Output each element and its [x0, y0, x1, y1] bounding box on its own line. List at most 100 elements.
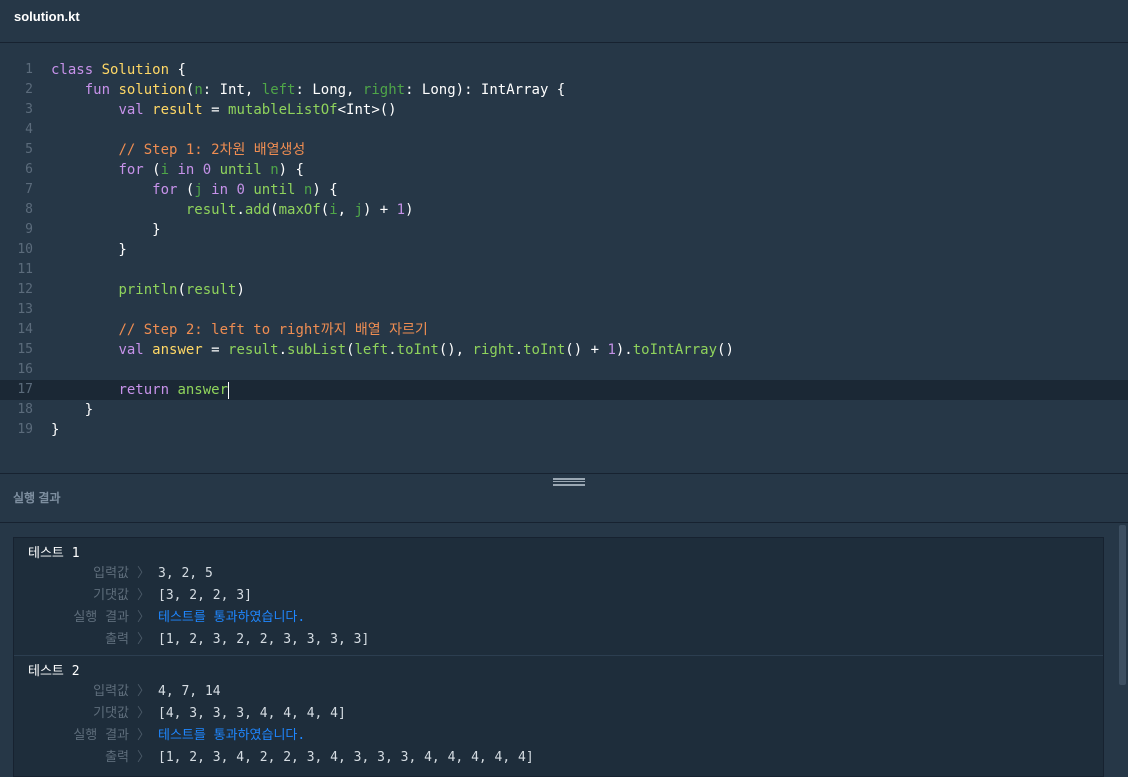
line-number: 1 [25, 62, 33, 77]
code-token: <Int>() [337, 102, 397, 118]
chevron-right-icon: 〉 [137, 588, 151, 603]
code-line[interactable]: 6 for (i in 0 until n) { [0, 160, 1128, 180]
code-text[interactable]: } [51, 400, 93, 420]
code-editor[interactable]: 1 class Solution {2 fun solution(n: Int, … [0, 43, 1128, 473]
code-token: } [51, 242, 127, 258]
code-line[interactable]: 14 // Step 2: left to right까지 배열 자르기 [0, 320, 1128, 340]
code-text[interactable]: } [51, 220, 160, 240]
code-text[interactable]: // Step 2: left to right까지 배열 자르기 [51, 320, 428, 340]
line-number: 3 [25, 102, 33, 117]
code-token: ( [177, 282, 186, 298]
result-value: 3, 2, 5 [158, 566, 213, 581]
line-number: 7 [25, 182, 33, 197]
code-token: . [514, 342, 524, 358]
code-text[interactable]: } [51, 420, 59, 440]
code-line[interactable]: 5 // Step 1: 2차원 배열생성 [0, 140, 1128, 160]
code-text[interactable]: return answer [51, 380, 230, 400]
line-number: 15 [17, 342, 33, 357]
code-token: fun [84, 82, 119, 98]
result-label: 실행 결과 [73, 610, 129, 625]
results-title: 실행 결과 [13, 491, 61, 505]
pane-splitter[interactable]: 실행 결과 [0, 473, 1128, 523]
code-token: ) { [278, 162, 304, 178]
code-line[interactable]: 11 [0, 260, 1128, 280]
code-line[interactable]: 17 return answer [0, 380, 1128, 400]
code-token: right [362, 82, 406, 98]
code-token: val [118, 342, 153, 358]
code-token: in [177, 162, 203, 178]
scrollbar-thumb[interactable] [1119, 525, 1126, 685]
result-row: 기댓값 〉 [4, 3, 3, 3, 4, 4, 4, 4] [14, 704, 1103, 724]
code-token: { [169, 62, 186, 78]
code-token: : Long, [295, 82, 363, 98]
result-row: 실행 결과 〉 테스트를 통과하였습니다. [14, 726, 1103, 746]
code-line[interactable]: 2 fun solution(n: Int, left: Long, right… [0, 80, 1128, 100]
code-line[interactable]: 10 } [0, 240, 1128, 260]
result-row: 출력 〉 [1, 2, 3, 2, 2, 3, 3, 3, 3] [14, 630, 1103, 650]
code-token: in [211, 182, 237, 198]
code-token: . [388, 342, 397, 358]
code-text[interactable]: val answer = result.subList(left.toInt()… [51, 340, 733, 360]
code-token: result [185, 282, 237, 298]
code-line[interactable]: 9 } [0, 220, 1128, 240]
code-text[interactable]: } [51, 240, 127, 260]
code-text[interactable]: fun solution(n: Int, left: Long, right: … [51, 80, 566, 100]
line-number: 11 [17, 262, 33, 277]
code-text[interactable]: // Step 1: 2차원 배열생성 [51, 140, 305, 160]
code-line[interactable]: 18 } [0, 400, 1128, 420]
code-token: = [202, 102, 229, 118]
code-token: 1 [607, 342, 616, 358]
line-number: 10 [17, 242, 33, 257]
results-scrollbar[interactable] [1117, 523, 1128, 777]
code-token: until [253, 182, 304, 198]
code-line[interactable]: 13 [0, 300, 1128, 320]
code-token: add [244, 202, 271, 218]
line-number: 18 [17, 402, 33, 417]
file-tab[interactable]: solution.kt [14, 9, 80, 24]
code-text[interactable]: for (j in 0 until n) { [51, 180, 337, 200]
chevron-right-icon: 〉 [137, 610, 151, 625]
code-token: maxOf [278, 202, 321, 218]
code-line[interactable]: 4 [0, 120, 1128, 140]
line-number: 5 [25, 142, 33, 157]
code-line[interactable]: 19} [0, 420, 1128, 440]
results-list: 테스트 1 입력값 〉 3, 2, 5 기댓값 〉 [3, 2, 2, 3] 실행 결과 〉 테스… [13, 537, 1104, 777]
code-text[interactable]: class Solution { [51, 60, 186, 80]
line-number: 14 [17, 322, 33, 337]
code-token: ) + [362, 202, 397, 218]
result-label: 출력 [105, 632, 129, 647]
code-token: : Int, [202, 82, 262, 98]
code-text[interactable]: result.add(maxOf(i, j) + 1) [51, 200, 414, 220]
code-line[interactable]: 3 val result = mutableListOf<Int>() [0, 100, 1128, 120]
code-token: ) [236, 282, 245, 298]
code-token: n [194, 82, 203, 98]
code-token: (), [438, 342, 473, 358]
code-token: println [118, 282, 178, 298]
drag-handle-icon[interactable] [553, 478, 585, 486]
line-number: 4 [25, 122, 33, 137]
code-token: Solution [101, 62, 170, 78]
code-line[interactable]: 7 for (j in 0 until n) { [0, 180, 1128, 200]
code-line[interactable]: 15 val answer = result.subList(left.toIn… [0, 340, 1128, 360]
code-token: subList [287, 342, 347, 358]
result-value: 테스트를 통과하였습니다. [158, 610, 306, 625]
result-label: 기댓값 [93, 588, 129, 603]
result-label: 출력 [105, 750, 129, 765]
code-text[interactable]: for (i in 0 until n) { [51, 160, 304, 180]
line-number: 6 [25, 162, 33, 177]
code-token: ( [320, 202, 330, 218]
code-line[interactable]: 8 result.add(maxOf(i, j) + 1) [0, 200, 1128, 220]
code-line[interactable]: 16 [0, 360, 1128, 380]
code-token: // Step 2: left to right까지 배열 자르기 [118, 322, 428, 338]
code-line[interactable]: 1 class Solution { [0, 60, 1128, 80]
result-label: 입력값 [93, 566, 129, 581]
code-text[interactable]: println(result) [51, 280, 245, 300]
chevron-right-icon: 〉 [137, 566, 151, 581]
editor-tab-bar: solution.kt [0, 0, 1128, 43]
code-text[interactable]: val result = mutableListOf<Int>() [51, 100, 397, 120]
code-line[interactable]: 12 println(result) [0, 280, 1128, 300]
